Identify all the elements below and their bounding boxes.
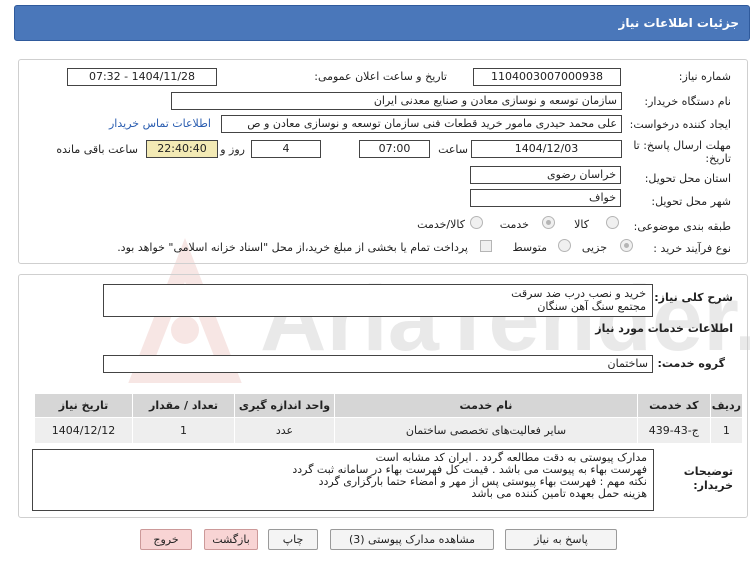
remaining-time-field: 22:40:40 — [146, 140, 218, 158]
table-cell: ج-43-439 — [636, 417, 711, 444]
table-cell: 1 — [132, 417, 235, 444]
treasury-payment-note: پرداخت تمام یا بخشی از مبلغ خرید،از محل … — [117, 241, 468, 254]
buyer-notes-field: مدارک پیوستی به دقت مطالعه گردد . ایران … — [32, 449, 654, 511]
back-button[interactable]: بازگشت — [204, 529, 258, 550]
process-option-minor: جزیی — [581, 241, 607, 254]
buyer-note-line: هزینه حمل بعهده تامین کننده می باشد — [471, 487, 647, 500]
print-button[interactable]: چاپ — [268, 529, 318, 550]
city-field: خواف — [470, 189, 621, 207]
page-title: جزئیات اطلاعات نیاز — [618, 16, 739, 30]
service-group-label: گروه خدمت: — [657, 357, 725, 370]
deadline-label: مهلت ارسال پاسخ: تا — [633, 139, 731, 152]
table-header: تاریخ نیاز — [34, 393, 133, 418]
table-header: ردیف — [709, 393, 744, 418]
buyer-contact-link[interactable]: اطلاعات تماس خریدار — [109, 117, 211, 130]
buyer-notes-label: توضیحات — [683, 465, 733, 478]
table-cell: سایر فعالیت‌های تخصصی ساختمان — [333, 417, 638, 444]
table-cell: عدد — [234, 417, 335, 444]
category-label: طبقه بندی موضوعی: — [633, 220, 731, 233]
need-number-field: 1104003007000938 — [473, 68, 621, 86]
service-group-field: ساختمان — [103, 355, 653, 373]
province-field: خراسان رضوی — [470, 166, 621, 184]
table-header: واحد اندازه گیری — [234, 393, 335, 418]
announce-date-field: 1404/11/28 - 07:32 — [67, 68, 217, 86]
deadline-time-label: ساعت — [438, 143, 468, 156]
services-heading: اطلاعات خدمات مورد نیاز — [595, 322, 733, 335]
deadline-time-field: 07:00 — [359, 140, 430, 158]
need-summary-line: خرید و نصب درب ضد سرقت — [511, 287, 646, 300]
days-remaining-field: 4 — [251, 140, 321, 158]
process-label: نوع فرآیند خرید : — [653, 242, 731, 255]
process-radio-minor[interactable] — [620, 239, 633, 252]
table-header: تعداد / مقدار — [132, 393, 235, 418]
table-row: 1 ج-43-439 سایر فعالیت‌های تخصصی ساختمان… — [34, 417, 744, 444]
creator-field: علی محمد حیدری مامور خرید قطعات فنی سازم… — [221, 115, 622, 133]
deadline-date-label: تاریخ: — [705, 152, 731, 165]
buyer-org-field: سازمان توسعه و نوسازی معادن و صنایع معدن… — [171, 92, 622, 110]
need-summary-field: خرید و نصب درب ضد سرقت مجتمع سنگ آهن سنگ… — [103, 284, 653, 317]
category-radio-goods-service[interactable] — [470, 216, 483, 229]
table-cell: 1404/12/12 — [34, 417, 133, 444]
deadline-date-field: 1404/12/03 — [471, 140, 622, 158]
category-radio-goods[interactable] — [606, 216, 619, 229]
remaining-time-label: ساعت باقی مانده — [56, 143, 138, 156]
creator-label: ایجاد کننده درخواست: — [629, 118, 731, 131]
category-radio-service[interactable] — [542, 216, 555, 229]
days-label: روز و — [220, 143, 245, 156]
buyer-notes-label-2: خریدار: — [693, 479, 733, 492]
need-number-label: شماره نیاز: — [678, 70, 731, 83]
reply-button[interactable]: پاسخ به نیاز — [505, 529, 617, 550]
category-option-service: خدمت — [499, 218, 529, 231]
category-option-goods: کالا — [574, 218, 589, 231]
province-label: استان محل تحویل: — [644, 172, 731, 185]
announce-date-label: تاریخ و ساعت اعلان عمومی: — [314, 70, 447, 83]
services-table: ردیف کد خدمت نام خدمت واحد اندازه گیری ت… — [34, 393, 744, 444]
category-option-goods-service: کالا/خدمت — [417, 218, 465, 231]
city-label: شهر محل تحویل: — [651, 195, 731, 208]
table-header: نام خدمت — [333, 393, 638, 418]
page-header: جزئیات اطلاعات نیاز — [14, 5, 750, 41]
need-summary-label: شرح کلی نیاز: — [654, 291, 733, 304]
need-info-panel — [18, 59, 748, 264]
exit-button[interactable]: خروج — [140, 529, 192, 550]
process-option-medium: متوسط — [512, 241, 547, 254]
table-cell: 1 — [709, 417, 744, 444]
process-radio-medium[interactable] — [558, 239, 571, 252]
treasury-payment-checkbox[interactable] — [480, 240, 492, 252]
table-header: کد خدمت — [636, 393, 711, 418]
buyer-org-label: نام دستگاه خریدار: — [644, 95, 731, 108]
view-attachments-button[interactable]: مشاهده مدارک پیوستی (3) — [330, 529, 494, 550]
need-summary-line: مجتمع سنگ آهن سنگان — [537, 300, 646, 313]
